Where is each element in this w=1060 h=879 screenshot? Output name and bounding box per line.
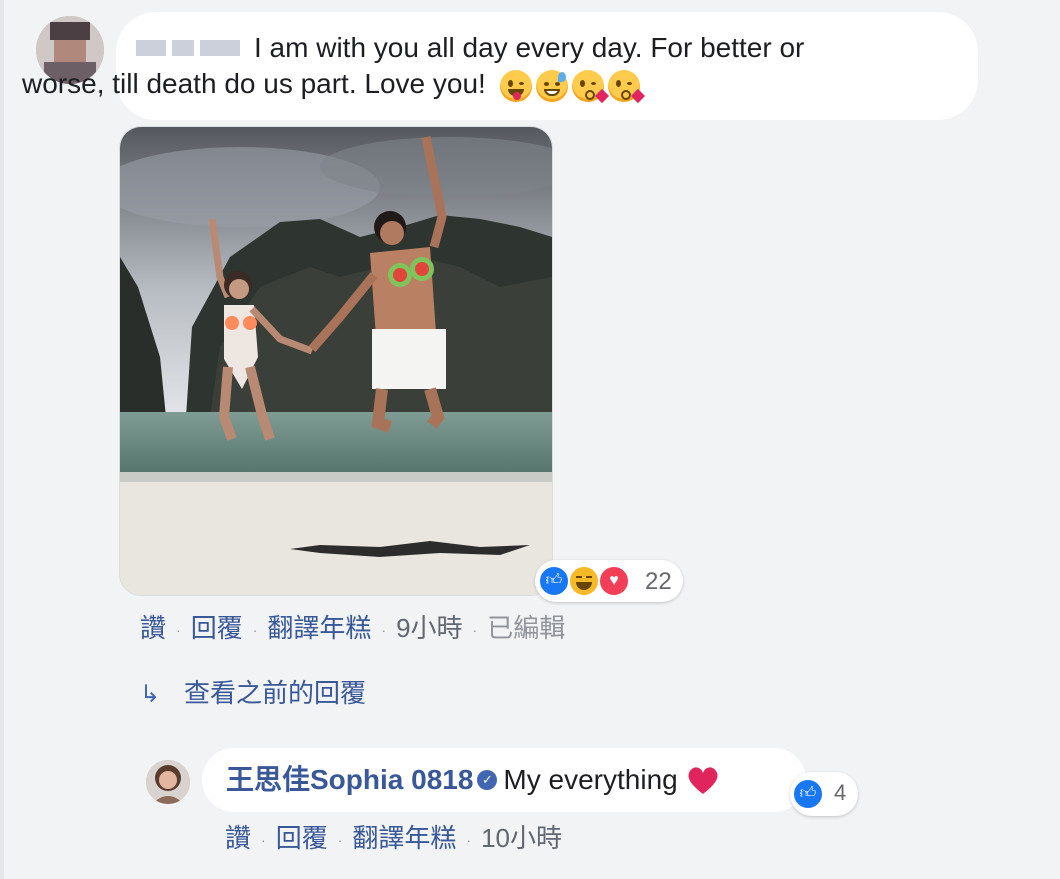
reply-author-name[interactable]: 王思佳Sophia 0818 bbox=[226, 764, 473, 795]
separator-dot: · bbox=[472, 622, 478, 639]
separator-dot: · bbox=[466, 832, 472, 849]
separator-dot: · bbox=[261, 832, 266, 849]
kissing-heart-emoji bbox=[571, 69, 609, 103]
reply-reaction-count: 4 bbox=[834, 780, 847, 805]
comment-text-line2: worse, till death do us part. Love you! bbox=[22, 68, 486, 99]
comment-text: I am with you all day every day. For bet… bbox=[22, 30, 958, 103]
separator-dot: · bbox=[252, 622, 258, 639]
verified-badge-icon: ✓ bbox=[477, 769, 498, 790]
comment-bubble: I am with you all day every day. For bet… bbox=[22, 12, 978, 120]
separator-dot: · bbox=[381, 622, 387, 639]
love-icon: ♥ bbox=[598, 565, 630, 597]
reply-text-row: 王思佳Sophia 0818 ✓ My everything bbox=[226, 762, 720, 798]
kissing-heart-emoji bbox=[607, 69, 645, 103]
edited-label[interactable]: 已編輯 bbox=[487, 613, 565, 643]
grinning-sweat-emoji bbox=[535, 69, 568, 102]
comment-text-line1: I am with you all day every day. For bet… bbox=[254, 32, 805, 63]
timestamp[interactable]: 9小時 bbox=[396, 613, 462, 643]
reply-actions: 讚 · 回覆 · 翻譯年糕 · 10小時 bbox=[225, 820, 562, 856]
reply-text: My everything bbox=[503, 764, 678, 795]
reply-author-avatar[interactable] bbox=[146, 760, 190, 804]
winking-tongue-emoji bbox=[499, 69, 532, 102]
reply-arrow-icon: ↳ bbox=[140, 681, 161, 708]
comment-photo[interactable] bbox=[119, 126, 553, 596]
translate-link[interactable]: 翻譯年糕 bbox=[267, 613, 371, 643]
reply-bubble: 王思佳Sophia 0818 ✓ My everything bbox=[202, 748, 806, 812]
separator-dot: · bbox=[337, 832, 343, 849]
page-edge bbox=[0, 0, 4, 879]
like-link[interactable]: 讚 bbox=[140, 613, 166, 643]
reply-timestamp[interactable]: 10小時 bbox=[481, 823, 562, 853]
reply-link[interactable]: 回覆 bbox=[191, 613, 243, 643]
haha-icon bbox=[568, 565, 600, 597]
like-icon: 👍︎ bbox=[538, 565, 570, 597]
reply-reply-link[interactable]: 回覆 bbox=[276, 823, 328, 853]
view-previous-replies-label: 查看之前的回覆 bbox=[184, 678, 367, 708]
reply-like-link[interactable]: 讚 bbox=[225, 823, 251, 853]
reply-reaction-summary[interactable]: 👍︎ 4 bbox=[790, 772, 858, 816]
view-previous-replies[interactable]: ↳ 查看之前的回覆 bbox=[140, 675, 366, 711]
like-icon: 👍︎ bbox=[792, 778, 824, 810]
beach-jump-photo bbox=[120, 127, 552, 595]
red-heart-emoji bbox=[686, 765, 720, 795]
reply-translate-link[interactable]: 翻譯年糕 bbox=[352, 823, 456, 853]
emoji-row bbox=[499, 69, 645, 103]
reaction-count: 22 bbox=[645, 568, 672, 595]
separator-dot: · bbox=[176, 622, 181, 639]
reaction-summary[interactable]: 👍︎ ♥ 22 bbox=[535, 560, 683, 602]
comment-actions: 讚 · 回覆 · 翻譯年糕 · 9小時 · 已編輯 bbox=[140, 610, 565, 646]
